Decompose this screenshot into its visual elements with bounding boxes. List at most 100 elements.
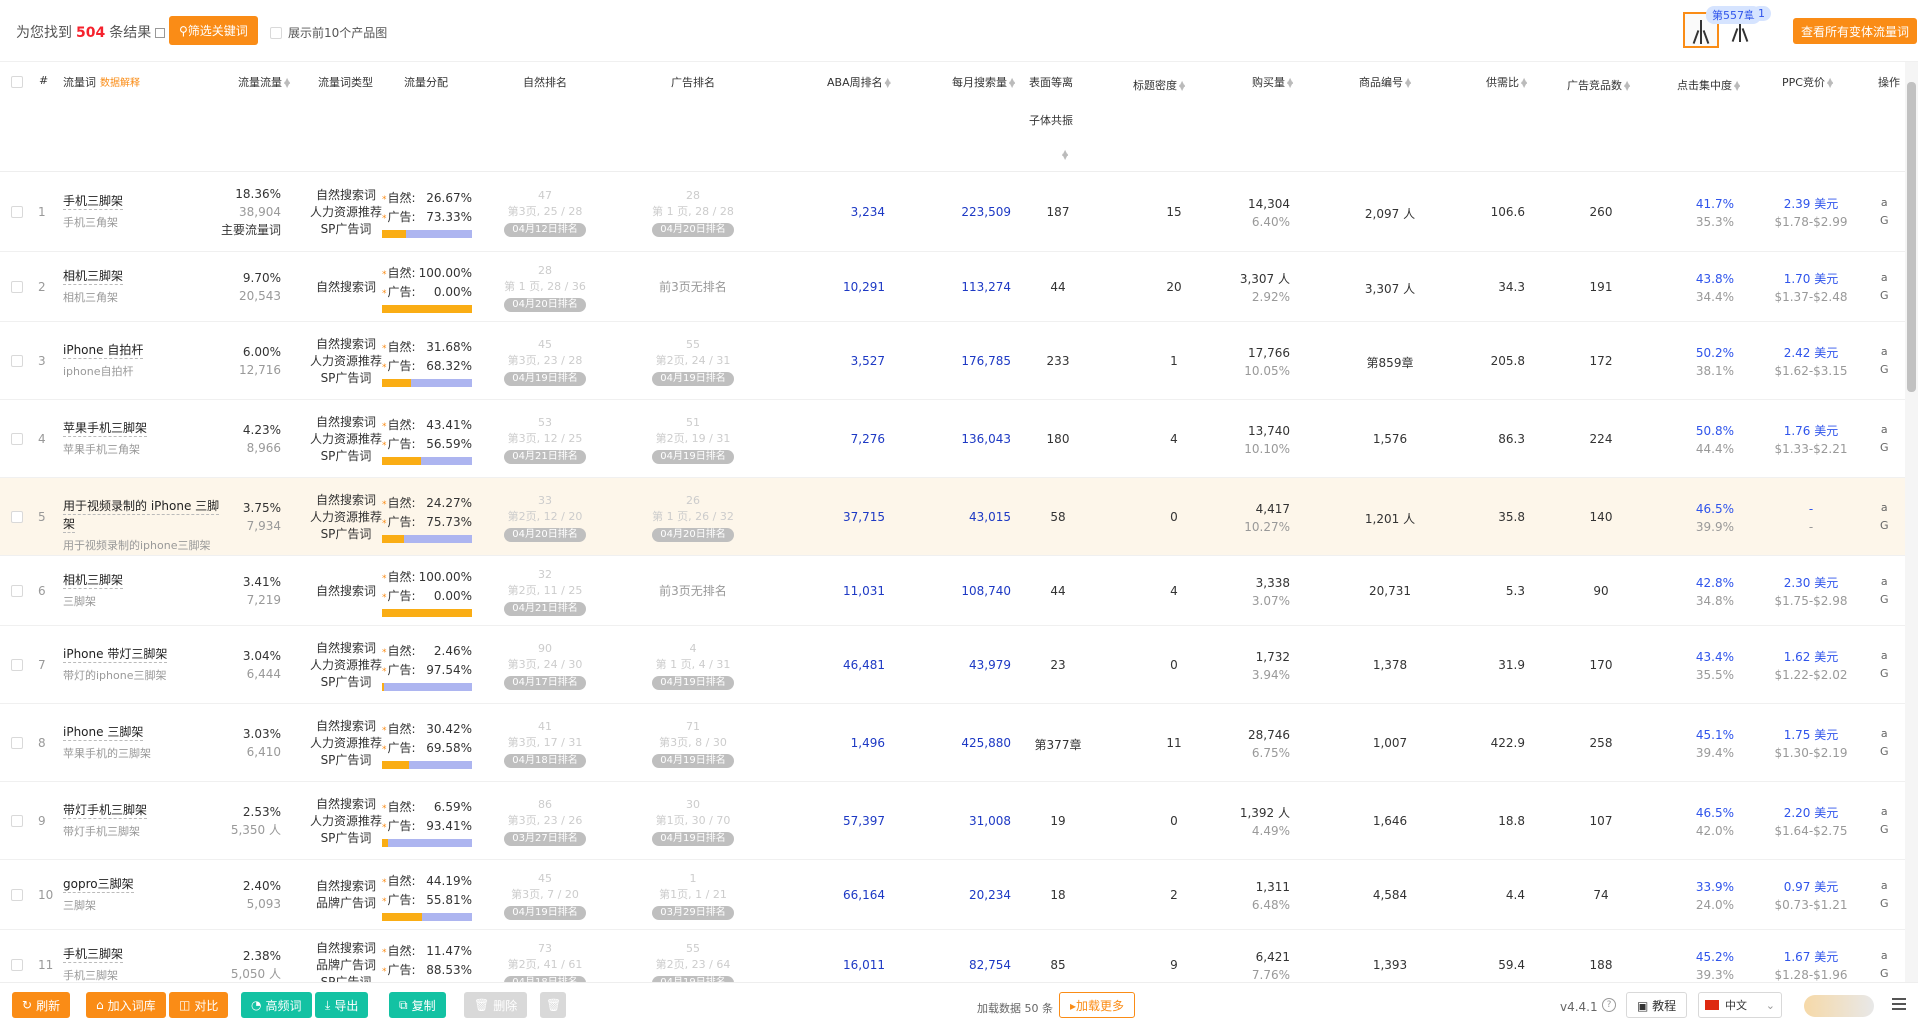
table-row[interactable]: 4 苹果手机三脚架 苹果手机三角架 4.23% 8,966 自然搜索词 人力资源推… [0,400,1905,478]
help-icon[interactable]: ? [1602,998,1616,1012]
keyword-text[interactable]: 带灯手机三脚架 [63,801,148,819]
keyword-text[interactable]: 苹果手机三脚架 [63,419,148,437]
sort-icon[interactable]: ▲ ▼ [1521,77,1527,89]
monthly-search[interactable]: 113,274 [961,280,1011,294]
sort-icon[interactable]: ▲ ▼ [1179,80,1185,92]
ppc-bid[interactable]: 2.30 美元 [1766,574,1856,592]
table-row[interactable]: 10 gopro三脚架 三脚架 2.40% 5,093 自然搜索词品牌广告词 自… [0,860,1905,930]
header-supply-ratio[interactable]: 供需比 ▲ ▼ [1486,74,1527,90]
google-icon[interactable]: G [1880,743,1889,761]
header-product-code[interactable]: 商品编号 ▲ ▼ [1359,74,1411,90]
external-link-icon[interactable] [155,28,166,38]
amazon-icon[interactable]: a [1880,803,1889,821]
monthly-search[interactable]: 136,043 [961,432,1011,446]
monthly-search[interactable]: 223,509 [961,205,1011,219]
header-monthly-search[interactable]: 每月搜索量 ▲ ▼ [952,74,1015,90]
google-icon[interactable]: G [1880,212,1889,230]
google-icon[interactable]: G [1880,895,1889,913]
sort-icon[interactable]: ▲ ▼ [885,77,891,89]
google-icon[interactable]: G [1880,965,1889,983]
table-row[interactable]: 6 相机三脚架 三脚架 3.41% 7,219 自然搜索词 自然:100.00%… [0,556,1905,626]
keyword-text[interactable]: gopro三脚架 [63,875,134,893]
amazon-icon[interactable]: a [1880,725,1889,743]
aba-rank[interactable]: 10,291 [843,280,885,294]
sort-icon[interactable]: ▲ ▼ [1624,80,1630,92]
avatar[interactable] [1804,995,1874,1017]
keyword-text[interactable]: iPhone 三脚架 [63,723,144,741]
aba-rank[interactable]: 7,276 [851,432,885,446]
view-variants-button[interactable]: 查看所有变体流量词 [1793,18,1918,44]
row-checkbox[interactable] [11,889,23,901]
ppc-bid[interactable]: 1.62 美元 [1766,648,1856,666]
load-more-button[interactable]: ▸加载更多 [1059,992,1136,1018]
table-row[interactable]: 1 手机三脚架 手机三角架 18.36% 38,904 主要流量词 自然搜索词人… [0,172,1905,252]
ppc-bid[interactable]: 2.42 美元 [1766,344,1856,362]
sort-icon[interactable]: ▲ ▼ [1734,80,1740,92]
row-checkbox[interactable] [11,959,23,971]
google-icon[interactable]: G [1880,517,1889,535]
table-row[interactable]: 7 iPhone 带灯三脚架 带灯的iphone三脚架 3.04% 6,444 … [0,626,1905,704]
amazon-icon[interactable]: a [1880,421,1889,439]
ppc-bid[interactable]: 2.20 美元 [1766,804,1856,822]
sort-icon[interactable]: ▲ ▼ [1009,77,1015,89]
menu-icon[interactable] [1892,998,1906,1010]
amazon-icon[interactable]: a [1880,499,1889,517]
aba-rank[interactable]: 1,496 [851,736,885,750]
table-row[interactable]: 3 iPhone 自拍杆 iphone自拍杆 6.00% 12,716 自然搜索… [0,322,1905,400]
amazon-icon[interactable]: a [1880,194,1889,212]
monthly-search[interactable]: 425,880 [961,736,1011,750]
google-icon[interactable]: G [1880,287,1889,305]
amazon-icon[interactable]: a [1880,947,1889,965]
monthly-search[interactable]: 43,979 [969,658,1011,672]
amazon-icon[interactable]: a [1880,343,1889,361]
header-click-concentration[interactable]: 点击集中度 ▲ ▼ [1677,77,1740,93]
aba-rank[interactable]: 66,164 [843,888,885,902]
delete-button[interactable]: 🗑 删除 [464,992,528,1018]
header-ppc[interactable]: PPC竞价 ▲ ▼ [1782,74,1833,90]
trash-button[interactable]: 🗑 [540,992,566,1018]
row-checkbox[interactable] [11,511,23,523]
aba-rank[interactable]: 16,011 [843,958,885,972]
aba-rank[interactable]: 57,397 [843,814,885,828]
monthly-search[interactable]: 108,740 [961,584,1011,598]
row-checkbox[interactable] [11,355,23,367]
sort-icon[interactable]: ▲ ▼ [1287,77,1293,89]
keyword-text[interactable]: 相机三脚架 [63,571,124,589]
high-freq-button[interactable]: ◔ 高频词 [241,992,312,1018]
data-explain-link[interactable]: 数据解释 [100,78,140,89]
header-traffic-share[interactable]: 流量流量 ▲ ▼ [238,74,290,90]
row-checkbox[interactable] [11,206,23,218]
aba-rank[interactable]: 11,031 [843,584,885,598]
row-checkbox[interactable] [11,659,23,671]
keyword-text-cont[interactable]: 架 [63,515,76,533]
ppc-bid[interactable]: 2.39 美元 [1766,195,1856,213]
amazon-icon[interactable]: a [1880,573,1889,591]
keyword-text[interactable]: 手机三脚架 [63,192,124,210]
monthly-search[interactable]: 176,785 [961,354,1011,368]
google-icon[interactable]: G [1880,821,1889,839]
amazon-icon[interactable]: a [1880,647,1889,665]
keyword-text[interactable]: 手机三脚架 [63,945,124,963]
refresh-button[interactable]: ↻ 刷新 [12,992,71,1018]
monthly-search[interactable]: 82,754 [969,958,1011,972]
row-checkbox[interactable] [11,433,23,445]
header-ad-products[interactable]: 广告竞品数 ▲ ▼ [1567,77,1630,93]
google-icon[interactable]: G [1880,591,1889,609]
ppc-bid[interactable]: - [1766,500,1856,518]
aba-rank[interactable]: 3,234 [851,205,885,219]
ppc-bid[interactable]: 1.76 美元 [1766,422,1856,440]
header-title-density[interactable]: 标题密度 ▲ ▼ [1133,77,1185,93]
ppc-bid[interactable]: 1.70 美元 [1766,270,1856,288]
aba-rank[interactable]: 37,715 [843,510,885,524]
ppc-bid[interactable]: 1.67 美元 [1766,948,1856,966]
filter-keywords-button[interactable]: ⚲筛选关键词 [169,16,258,45]
keyword-text[interactable]: iPhone 带灯三脚架 [63,645,168,663]
google-icon[interactable]: G [1880,439,1889,457]
row-checkbox[interactable] [11,737,23,749]
monthly-search[interactable]: 43,015 [969,510,1011,524]
amazon-icon[interactable]: a [1880,269,1889,287]
aba-rank[interactable]: 3,527 [851,354,885,368]
sort-icon[interactable]: ▲ ▼ [1827,77,1833,89]
sort-icon[interactable]: ▲ ▼ [284,77,290,89]
keyword-text[interactable]: 用于视频录制的 iPhone 三脚 [63,497,220,515]
